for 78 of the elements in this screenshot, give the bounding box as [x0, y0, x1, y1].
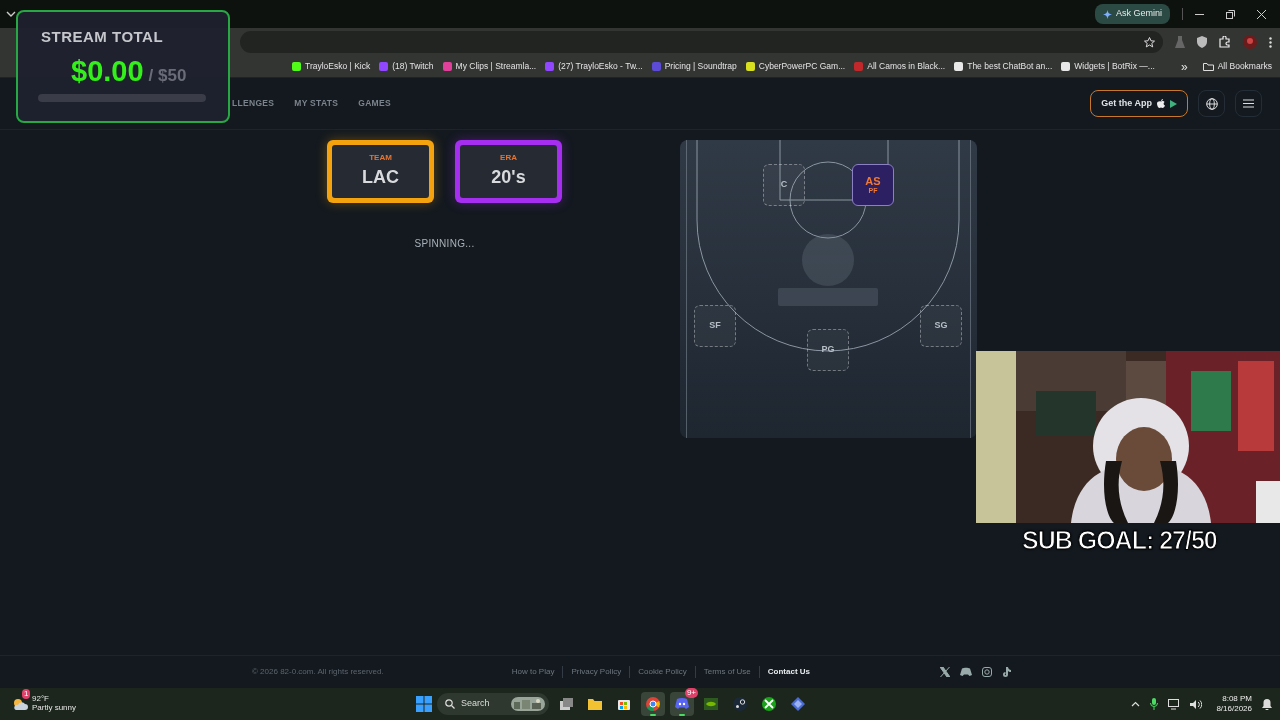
globe-icon	[1205, 97, 1218, 110]
weather-icon[interactable]	[12, 697, 28, 711]
amount-text: $0.00	[71, 56, 144, 86]
nav-link[interactable]: LLENGES	[232, 97, 275, 110]
language-button[interactable]	[1198, 90, 1225, 117]
windows-icon[interactable]	[416, 696, 433, 712]
card-caption: ERA	[500, 152, 517, 164]
footer-link[interactable]: Contact Us	[758, 666, 819, 678]
folder-icon	[587, 696, 604, 712]
address-field[interactable]	[240, 31, 1163, 53]
bookmark-link[interactable]: (18) Twitch	[379, 60, 434, 73]
nav-link[interactable]: GAMES	[358, 97, 391, 110]
camera-icon[interactable]	[982, 667, 993, 677]
network-icon[interactable]	[1168, 698, 1181, 710]
sparkle-icon	[1103, 9, 1112, 19]
menu-icon	[1243, 99, 1254, 108]
chevron-up-icon[interactable]	[1131, 701, 1141, 707]
position-slot[interactable]: SG	[920, 305, 962, 347]
stream-total-title: STREAM TOTAL	[41, 27, 165, 47]
all-bookmarks-link[interactable]: All Bookmarks	[1202, 60, 1272, 73]
card-caption: TEAM	[369, 152, 392, 164]
controller-icon[interactable]	[960, 667, 973, 677]
weather-text: Partly sunny	[32, 704, 77, 713]
bookmark-link[interactable]: The best ChatBot an...	[954, 60, 1053, 73]
copyright-text: © 2026 82-0.com. All rights reserved.	[252, 666, 384, 678]
puzzle-icon[interactable]	[1219, 36, 1231, 48]
status-text: SPINNING...	[414, 237, 475, 251]
cube-icon	[790, 696, 807, 712]
more-icon[interactable]	[1269, 36, 1272, 48]
footer-link[interactable]: Privacy Policy	[562, 666, 630, 678]
search-icon	[445, 699, 456, 709]
chevron-down-icon[interactable]	[6, 11, 16, 17]
position-slot[interactable]: SF	[694, 305, 736, 347]
microphone-icon[interactable]	[1150, 698, 1159, 710]
bookmark-link[interactable]: Pricing | Soundtrap	[651, 60, 737, 73]
footer-link[interactable]: Terms of Use	[694, 666, 759, 678]
game-controller-icon	[674, 696, 691, 712]
bookmark-link[interactable]: All Camos in Black...	[854, 60, 946, 73]
card-value: 20's	[491, 166, 526, 189]
folder-icon	[1202, 62, 1214, 71]
play-icon	[1170, 99, 1177, 108]
clock-date[interactable]: 8/16/2026	[1216, 704, 1252, 714]
more-bookmarks-button[interactable]: »	[1181, 57, 1188, 76]
bookmark-link[interactable]: Widgets | BotRix —...	[1061, 60, 1155, 73]
search-field[interactable]: Search	[437, 693, 550, 715]
restore-icon[interactable]	[1226, 9, 1235, 19]
x-logo-icon[interactable]	[940, 667, 951, 677]
avatar-icon[interactable]	[1243, 35, 1257, 49]
get-app-button[interactable]: Get the App	[1090, 89, 1188, 118]
taskbar-app[interactable]	[641, 692, 666, 716]
temperature-text: 92°F	[32, 695, 50, 704]
footer-link[interactable]: How to Play	[503, 666, 563, 678]
eye-logo-icon	[703, 696, 720, 712]
close-icon[interactable]	[1257, 9, 1266, 19]
gemini-button[interactable]: Ask Gemini	[1095, 4, 1170, 24]
bookmark-link[interactable]: My Clips | Streamla...	[442, 60, 537, 73]
apple-icon	[1157, 99, 1165, 108]
menu-button[interactable]	[1235, 90, 1262, 117]
bell-icon[interactable]	[1262, 698, 1272, 710]
sub-goal-text: SUB GOAL: 27/50	[1022, 525, 1217, 556]
position-slot[interactable]: PG	[807, 329, 849, 371]
task-view-icon	[558, 696, 575, 712]
footer-link[interactable]: Cookie Policy	[629, 666, 695, 678]
star-icon[interactable]	[1144, 36, 1155, 48]
notification-badge: 1	[22, 689, 31, 700]
position-slot[interactable]: C	[763, 164, 805, 206]
bookmark-link[interactable]: TrayloEsko | Kick	[292, 60, 371, 73]
bookmark-link[interactable]: (27) TrayloEsko - Tw...	[545, 60, 643, 73]
volume-icon[interactable]	[1190, 698, 1203, 710]
bookmark-link[interactable]: CyberPowerPC Gam...	[745, 60, 846, 73]
goal-text: / $50	[148, 64, 187, 87]
music-note-icon[interactable]	[1002, 667, 1012, 677]
card-value: LAC	[362, 166, 399, 189]
notification-badge: 9+	[684, 688, 699, 698]
browser-icon	[645, 696, 662, 712]
clock-time[interactable]: 8:08 PM	[1216, 694, 1252, 704]
nav-link[interactable]: MY STATS	[294, 97, 339, 110]
shield-icon[interactable]	[1197, 36, 1207, 48]
